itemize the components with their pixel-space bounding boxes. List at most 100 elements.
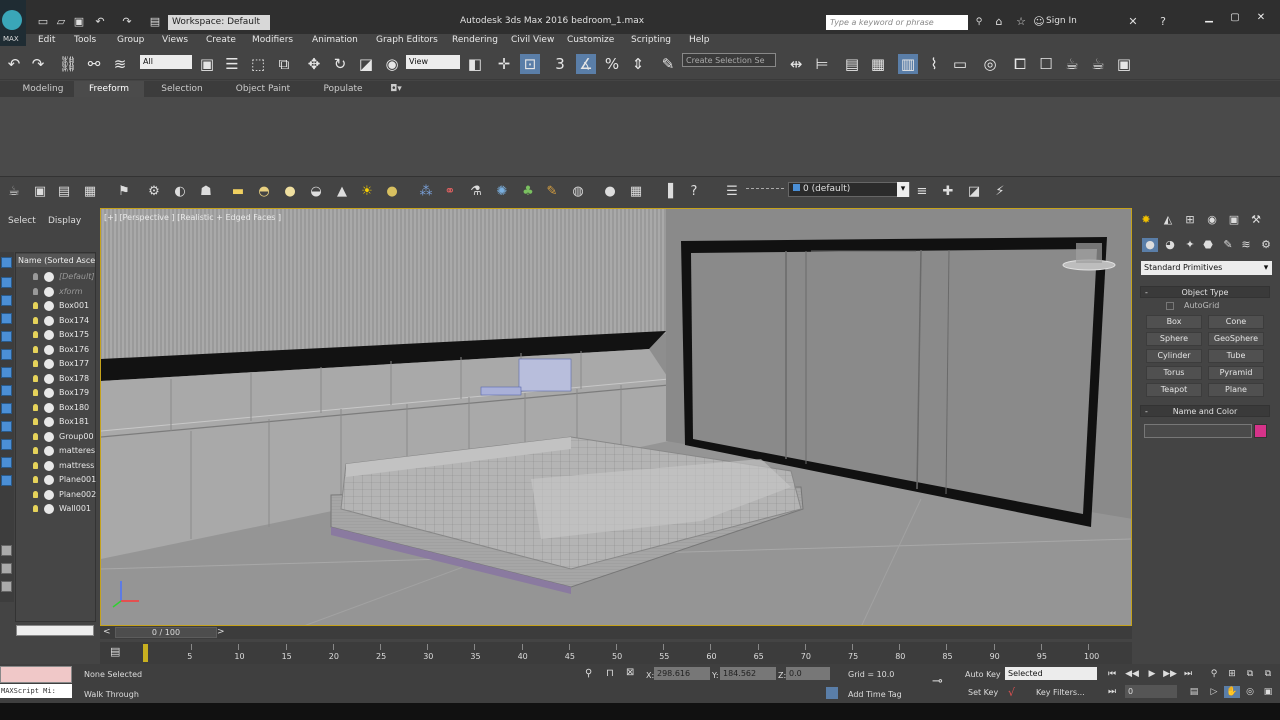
document-icon[interactable]: ▤	[54, 182, 74, 202]
menu-animation[interactable]: Animation	[312, 35, 358, 45]
pyramid-button[interactable]: Pyramid	[1208, 366, 1264, 380]
visibility-icon[interactable]	[33, 374, 38, 382]
visibility-icon[interactable]	[33, 418, 38, 425]
list-item[interactable]: Box179	[30, 386, 96, 400]
filter-helpers-icon[interactable]	[1, 331, 12, 342]
next-frame-icon[interactable]: ▶▶	[1162, 668, 1178, 680]
perspective-viewport[interactable]	[100, 208, 1132, 626]
z-coordinate-field[interactable]: 0.0	[786, 667, 830, 680]
rotate-icon[interactable]: ↻	[330, 54, 350, 74]
visibility-icon[interactable]	[33, 273, 38, 280]
key-icon[interactable]: ⊸	[932, 674, 943, 689]
auto-key-button[interactable]: Auto Key	[965, 670, 1001, 679]
zoom-extents-icon[interactable]: ⧉	[1242, 668, 1258, 680]
hierarchy-tab-icon[interactable]: ⊞	[1182, 213, 1198, 227]
molecule-icon[interactable]: ⚭	[440, 182, 460, 202]
explorer-tab-select[interactable]: Select	[8, 216, 36, 226]
basket-icon[interactable]: ◒	[306, 182, 326, 202]
orbit-icon[interactable]: ◎	[1242, 686, 1258, 698]
visibility-icon[interactable]	[33, 505, 38, 512]
layer-dropdown[interactable]: 0 (default)	[788, 182, 910, 197]
explorer-tab-display[interactable]: Display	[48, 216, 81, 226]
menu-scripting[interactable]: Scripting	[631, 35, 671, 45]
save-icon[interactable]: ▣	[72, 15, 86, 29]
menu-views[interactable]: Views	[162, 35, 188, 45]
maxscript-mini-input[interactable]: MAXScript Mi:	[0, 684, 72, 698]
list-item[interactable]: Box180	[30, 401, 96, 415]
visibility-icon[interactable]	[33, 360, 38, 367]
minimize-icon[interactable]: ▁	[1200, 12, 1218, 26]
menu-help[interactable]: Help	[689, 35, 710, 45]
table-icon[interactable]: ▦	[626, 182, 646, 202]
list-item[interactable]: Plane001	[30, 473, 96, 487]
time-tag-icon[interactable]	[826, 687, 838, 699]
list-item[interactable]: [Default]	[30, 270, 96, 284]
hemisphere-icon[interactable]: ◓	[254, 182, 274, 202]
current-frame-field[interactable]: 0	[1125, 685, 1177, 698]
visibility-icon[interactable]	[33, 490, 38, 498]
chevron-down-icon[interactable]: ▾	[1261, 262, 1271, 274]
visibility-icon[interactable]	[33, 389, 38, 396]
ribbon-options-icon[interactable]: ◘▾	[384, 81, 408, 97]
filter-geometry-icon[interactable]	[1, 257, 12, 268]
shapes-icon[interactable]: ◕	[1162, 238, 1178, 252]
light-icon[interactable]: ●	[382, 182, 402, 202]
previous-frame-icon[interactable]: ◀◀	[1124, 668, 1140, 680]
gear-icon[interactable]: ✺	[492, 182, 512, 202]
undo-icon[interactable]: ↶	[4, 54, 24, 74]
flask-icon[interactable]: ⚗	[466, 182, 486, 202]
rendered-frame-window-icon[interactable]: ☐	[1036, 54, 1056, 74]
filter-groups-icon[interactable]	[1, 367, 12, 378]
set-current-layer-icon[interactable]: ⚡	[990, 182, 1010, 202]
window-crossing-icon[interactable]: ⧉	[274, 54, 294, 74]
ruler-icon[interactable]: ▐	[658, 182, 678, 202]
filter-funnel-icon[interactable]	[1, 545, 12, 556]
create-tab-icon[interactable]: ✸	[1138, 213, 1154, 227]
key-mode-toggle-icon[interactable]: ⏭	[1104, 686, 1120, 698]
pan-view-icon[interactable]: ✋	[1224, 686, 1240, 698]
bones-icon[interactable]: ⚙	[144, 182, 164, 202]
tube-button[interactable]: Tube	[1208, 349, 1264, 363]
display-tab-icon[interactable]: ▣	[1226, 213, 1242, 227]
region-select-icon[interactable]: ⬚	[248, 54, 268, 74]
redo-icon[interactable]: ↷	[28, 54, 48, 74]
snaps-toggle-icon[interactable]: 3	[550, 54, 570, 74]
help-icon[interactable]: ?	[1156, 15, 1170, 29]
visibility-icon[interactable]	[33, 302, 38, 309]
add-time-tag-button[interactable]: Add Time Tag	[848, 690, 902, 699]
select-by-name-icon[interactable]: ☰	[222, 54, 242, 74]
object-color-swatch[interactable]	[1254, 424, 1267, 438]
filter-frozen-icon[interactable]	[1, 439, 12, 450]
cameras-icon[interactable]: ⬣	[1200, 238, 1216, 252]
binoculars-icon[interactable]: ⚲	[972, 15, 986, 29]
key-filters-button[interactable]: Key Filters...	[1036, 688, 1085, 697]
app-logo[interactable]: MAX	[0, 0, 26, 46]
visibility-icon[interactable]	[33, 345, 38, 353]
help-circle-icon[interactable]: ?	[684, 182, 704, 202]
select-layer-icon[interactable]: ◪	[964, 182, 984, 202]
list-item[interactable]: Box176	[30, 343, 96, 357]
zoom-icon[interactable]: ⚲	[1206, 668, 1222, 680]
plane-button[interactable]: Plane	[1208, 383, 1264, 397]
tab-freeform[interactable]: Freeform	[74, 81, 144, 97]
new-icon[interactable]: ▭	[36, 15, 50, 29]
list-item[interactable]: matteres	[30, 444, 96, 458]
options-icon[interactable]	[1, 581, 12, 592]
geometry-icon[interactable]: ●	[1142, 238, 1158, 252]
systems-icon[interactable]: ⚙	[1258, 238, 1274, 252]
mirror-icon[interactable]: ⇹	[786, 54, 806, 74]
edit-named-selection-icon[interactable]: ✎	[658, 54, 678, 74]
angle-snap-icon[interactable]: ∡	[576, 54, 596, 74]
maximize-viewport-icon[interactable]: ▣	[1260, 686, 1276, 698]
filter-lights-icon[interactable]	[1, 295, 12, 306]
mini-curve-editor-icon[interactable]: ▤	[110, 645, 126, 659]
sign-in-button[interactable]: Sign In	[1046, 16, 1077, 26]
viewport-label[interactable]: [+] [Perspective ] [Realistic + Edged Fa…	[104, 213, 281, 222]
box-button[interactable]: Box	[1146, 315, 1202, 329]
plant-icon[interactable]: ♣	[518, 182, 538, 202]
material-editor-icon[interactable]: ◎	[980, 54, 1000, 74]
menu-group[interactable]: Group	[117, 35, 144, 45]
visibility-icon[interactable]	[33, 447, 38, 454]
time-slider[interactable]	[100, 626, 1132, 639]
lock-icon[interactable]: ⊓	[606, 668, 614, 679]
